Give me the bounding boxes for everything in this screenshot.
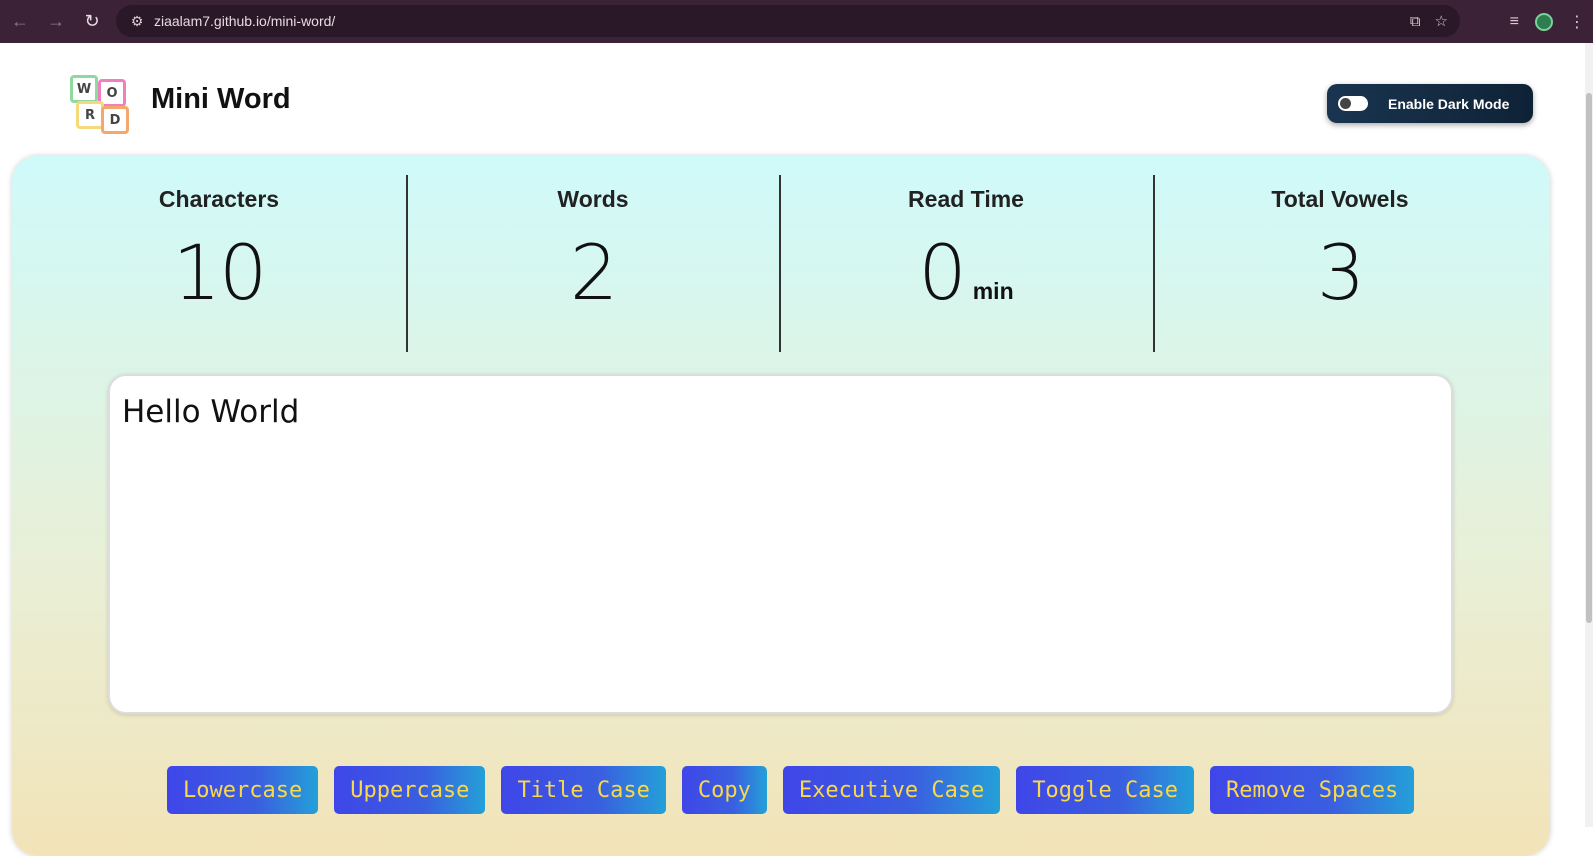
stat-label: Characters — [158, 186, 280, 212]
logo-tile-r: R — [76, 101, 104, 129]
toggle-case-button[interactable]: Toggle Case — [1016, 766, 1195, 814]
copy-button[interactable]: Copy — [681, 766, 767, 814]
forward-icon[interactable]: → — [38, 4, 74, 40]
stat-value: 0 min — [779, 235, 1153, 311]
stat-read-time: Read Time 0 min — [779, 176, 1153, 352]
stat-label: Total Vowels — [1271, 186, 1409, 212]
stat-number: 3 — [1316, 228, 1365, 317]
toggle-knob — [1340, 98, 1351, 109]
text-editor[interactable]: Hello World — [108, 374, 1453, 714]
site-info-icon[interactable]: ⚙ — [122, 13, 152, 30]
app-title: Mini Word — [151, 83, 291, 115]
remove-spaces-button[interactable]: Remove Spaces — [1210, 766, 1415, 814]
action-buttons: Lowercase Uppercase Title Case Copy Exec… — [167, 766, 1415, 814]
bookmark-star-icon[interactable]: ☆ — [1435, 12, 1448, 30]
stat-value: 2 — [406, 235, 780, 311]
uppercase-button[interactable]: Uppercase — [334, 766, 486, 814]
stat-label: Read Time — [908, 186, 1024, 212]
browser-toolbar: ← → ↻ ⚙ ziaalam7.github.io/mini-word/ ⧉ … — [0, 0, 1593, 43]
stat-number: 0 — [918, 228, 966, 317]
dark-mode-label: Enable Dark Mode — [1388, 95, 1510, 112]
stat-total-vowels: Total Vowels 3 — [1153, 176, 1527, 352]
stat-value: 10 — [32, 235, 406, 311]
scrollbar[interactable] — [1585, 43, 1593, 827]
stat-value: 3 — [1153, 235, 1527, 311]
app-logo: W O R D — [68, 73, 132, 137]
stat-unit: min — [972, 278, 1014, 304]
dark-mode-toggle[interactable]: Enable Dark Mode — [1327, 84, 1533, 123]
profile-avatar-icon[interactable] — [1535, 12, 1553, 31]
url-text[interactable]: ziaalam7.github.io/mini-word/ — [154, 13, 335, 29]
stat-words: Words 2 — [406, 176, 780, 352]
stat-label: Words — [557, 186, 629, 212]
logo-tile-d: D — [101, 106, 129, 134]
back-icon[interactable]: ← — [2, 4, 38, 40]
executive-case-button[interactable]: Executive Case — [782, 766, 1001, 814]
toggle-switch[interactable] — [1338, 96, 1368, 111]
title-case-button[interactable]: Title Case — [501, 766, 666, 814]
scroll-thumb[interactable] — [1586, 93, 1592, 623]
logo-tile-w: W — [70, 75, 98, 103]
lowercase-button[interactable]: Lowercase — [167, 766, 319, 814]
install-app-icon[interactable]: ⧉ — [1410, 13, 1421, 30]
menu-kebab-icon[interactable]: ⋮ — [1569, 12, 1585, 32]
media-control-icon[interactable]: ≡ — [1510, 13, 1519, 31]
stat-characters: Characters 10 — [32, 176, 406, 352]
stat-number: 10 — [172, 228, 268, 317]
reload-icon[interactable]: ↻ — [74, 4, 110, 40]
stat-number: 2 — [569, 228, 618, 317]
address-bar[interactable]: ⚙ ziaalam7.github.io/mini-word/ ⧉ ☆ — [116, 5, 1460, 37]
main-panel: Characters 10 Words 2 Read Time 0 min Tot… — [12, 156, 1550, 856]
